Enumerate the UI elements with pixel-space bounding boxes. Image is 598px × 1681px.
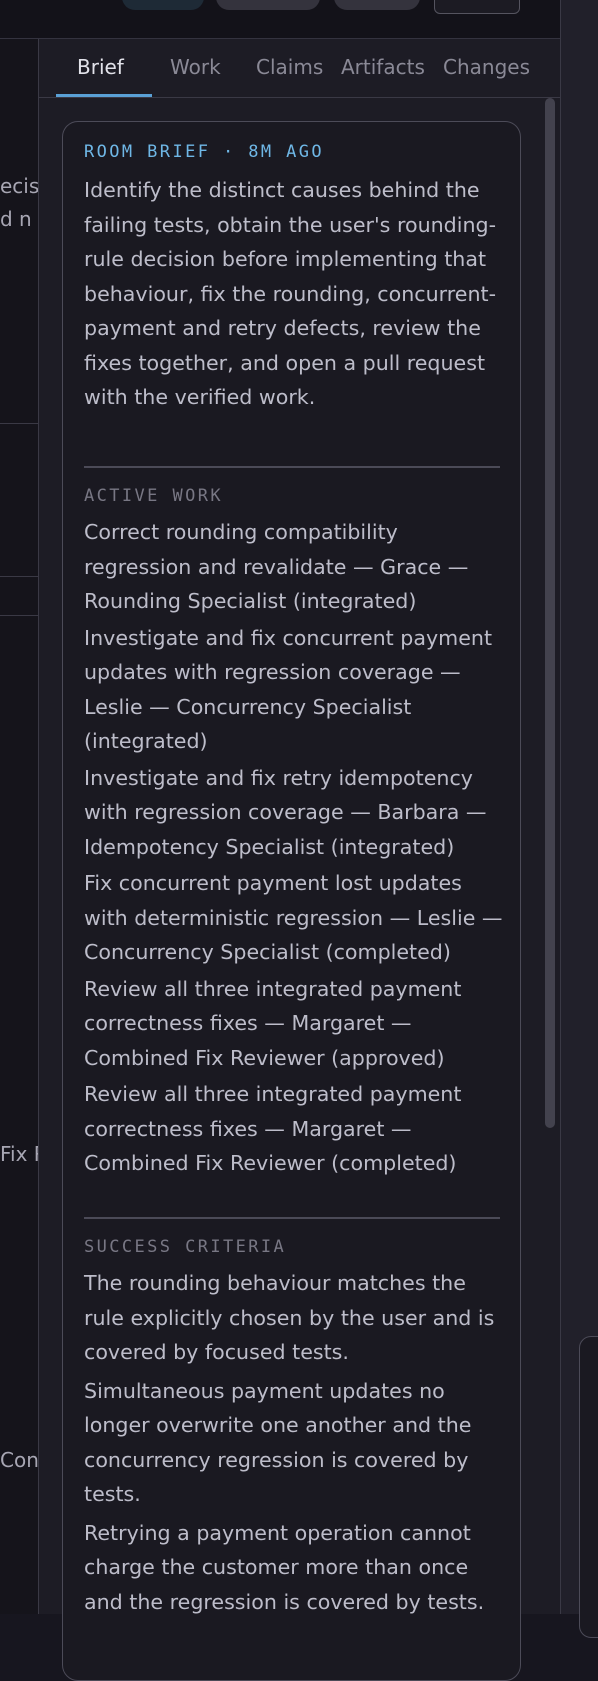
room-brief-card: ROOM BRIEF · 8M AGO Identify the distinc… — [62, 121, 521, 1681]
success-criteria-item: Retrying a payment operation cannot char… — [84, 1520, 485, 1614]
left-pane-text: Fix R — [0, 1142, 38, 1166]
left-pane-text: ecis — [0, 174, 39, 198]
success-criteria-item: Simultaneous payment updates no longer o… — [84, 1378, 472, 1507]
room-brief-header: ROOM BRIEF · 8M AGO — [84, 142, 325, 162]
left-pane-text: Con — [0, 1448, 39, 1472]
active-tab-indicator — [56, 94, 152, 97]
left-pane: ecis d n Fix R Con — [0, 39, 39, 1614]
left-pane-divider — [0, 576, 38, 577]
success-criteria-heading: SUCCESS CRITERIA — [84, 1237, 287, 1257]
toolbar-button-outline[interactable] — [434, 0, 520, 14]
section-divider — [84, 466, 500, 468]
tab-changes[interactable]: Changes — [443, 55, 530, 79]
toolbar-button-primary[interactable] — [122, 0, 204, 10]
active-work-item: Fix concurrent payment lost updates with… — [84, 871, 503, 964]
right-pane-border — [560, 0, 561, 1614]
toolbar-button[interactable] — [334, 0, 420, 10]
left-pane-divider — [0, 423, 38, 424]
detail-panel: Brief Work Claims Artifacts Changes ROOM… — [39, 39, 560, 1681]
panel-scrollbar[interactable] — [545, 98, 555, 1128]
section-divider — [84, 1217, 500, 1219]
top-bar — [0, 0, 560, 39]
tab-work[interactable]: Work — [170, 55, 221, 79]
active-work-item: Review all three integrated payment corr… — [84, 1082, 462, 1175]
active-work-item: Investigate and fix concurrent payment u… — [84, 625, 493, 754]
tab-claims[interactable]: Claims — [256, 55, 323, 79]
right-pane-card — [579, 1336, 598, 1638]
active-work-item: Review all three integrated payment corr… — [84, 976, 462, 1070]
toolbar-button[interactable] — [216, 0, 320, 10]
active-work-heading: ACTIVE WORK — [84, 486, 223, 506]
active-work-item: Investigate and fix retry idempotency wi… — [84, 765, 487, 859]
success-criteria-list: The rounding behaviour matches the rule … — [84, 1266, 504, 1621]
active-work-list: Correct rounding compatibility regressio… — [84, 515, 504, 1183]
left-pane-text: d n — [0, 207, 32, 231]
tab-artifacts[interactable]: Artifacts — [341, 55, 425, 79]
brief-summary: Identify the distinct causes behind the … — [84, 178, 497, 409]
tab-brief[interactable]: Brief — [77, 55, 124, 79]
active-work-item: Correct rounding compatibility regressio… — [84, 520, 469, 613]
success-criteria-item: The rounding behaviour matches the rule … — [84, 1271, 495, 1364]
tab-bar: Brief Work Claims Artifacts Changes — [39, 39, 560, 98]
left-pane-divider — [0, 615, 38, 616]
